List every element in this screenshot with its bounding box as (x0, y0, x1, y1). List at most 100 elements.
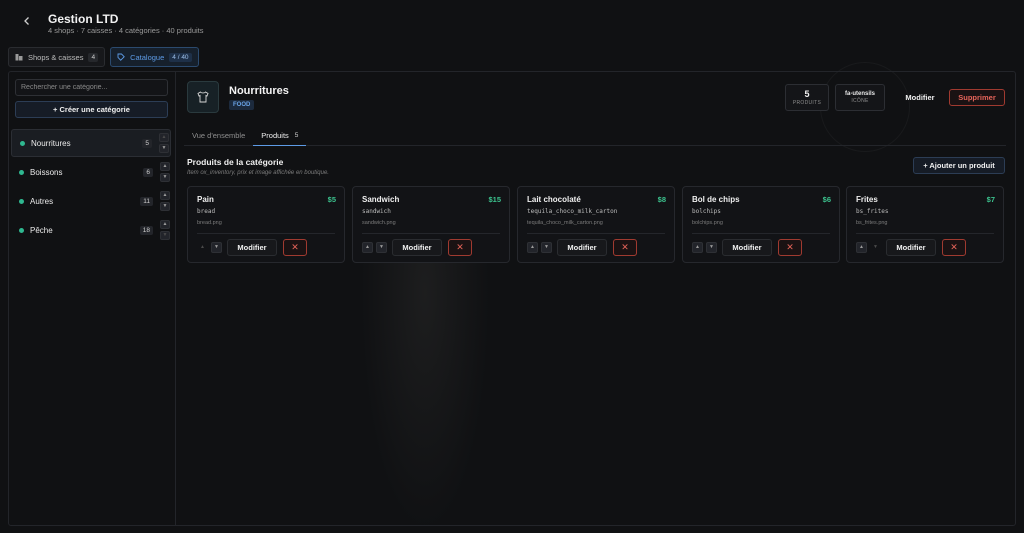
shirt-icon (187, 81, 219, 113)
arrow-down-icon[interactable]: ▼ (376, 242, 387, 253)
arrow-down-icon[interactable]: ▼ (159, 144, 169, 153)
status-dot (20, 140, 25, 146)
card-actions: ▲ ▼ Modifier ✕ (362, 239, 472, 256)
card-actions: ▲ ▼ Modifier ✕ (527, 239, 637, 256)
tab-catalogue[interactable]: Catalogue 4 / 40 (110, 47, 199, 67)
status-dot (19, 227, 24, 233)
products-stat: 5 PRODUITS (785, 84, 829, 111)
tab-label: Shops & caisses (28, 52, 84, 62)
category-search-input[interactable] (15, 79, 168, 96)
arrow-up-icon[interactable]: ▲ (197, 242, 208, 253)
product-price: $6 (822, 195, 831, 204)
sidebar-item-nourritures[interactable]: Nourritures 5 ▲ ▼ (11, 129, 171, 157)
sidebar: + Créer une catégorie Nourritures 5 ▲ ▼ … (8, 71, 176, 526)
reorder-arrows: ▲ ▼ (160, 191, 170, 211)
arrow-down-icon[interactable]: ▼ (706, 242, 717, 253)
close-icon[interactable]: ✕ (283, 239, 307, 256)
add-product-button[interactable]: + Ajouter un produit (913, 157, 1005, 174)
category-title: Nourritures (229, 85, 289, 97)
arrow-up-icon[interactable]: ▲ (362, 242, 373, 253)
product-image-file: bread.png (197, 220, 222, 226)
modify-product-button[interactable]: Modifier (557, 239, 607, 256)
sidebar-item-peche[interactable]: Pêche 18 ▲ ▼ (11, 216, 171, 244)
product-card: Pain $5 bread bread.png ▲ ▼ Modifier ✕ (187, 186, 345, 263)
tab-count: 5 (294, 131, 299, 139)
create-category-button[interactable]: + Créer une catégorie (15, 101, 168, 118)
section-title: Produits de la catégorie (187, 157, 284, 167)
products-stat-label: PRODUITS (792, 100, 822, 106)
arrow-down-icon[interactable]: ▼ (160, 173, 170, 182)
icon-stat: fa-utensils ICÔNE (835, 84, 885, 111)
tab-label: Produits (261, 130, 289, 140)
icon-stat-value: fa-utensils (844, 91, 875, 97)
arrow-down-icon[interactable]: ▼ (160, 231, 170, 240)
product-name: Bol de chips (692, 195, 740, 204)
category-count: 11 (140, 196, 153, 206)
product-name: Pain (197, 195, 214, 204)
product-item-id: bs_frites (856, 208, 889, 215)
product-card: Sandwich $15 sandwich sandwich.png ▲ ▼ M… (352, 186, 510, 263)
arrow-down-icon[interactable]: ▼ (211, 242, 222, 253)
category-count: 18 (139, 225, 153, 235)
product-price: $15 (488, 195, 501, 204)
product-card: Frites $7 bs_frites bs_frites.png ▲ ▼ Mo… (846, 186, 1004, 263)
arrow-down-icon[interactable]: ▼ (160, 202, 170, 211)
reorder-arrows: ▲ ▼ (160, 162, 170, 182)
sidebar-item-autres[interactable]: Autres 11 ▲ ▼ (11, 187, 171, 215)
arrow-up-icon[interactable]: ▲ (159, 133, 169, 142)
category-count: 6 (143, 167, 153, 177)
divider (362, 233, 500, 234)
status-dot (19, 198, 24, 204)
modify-product-button[interactable]: Modifier (886, 239, 936, 256)
sub-tabs: Vue d'ensemble Produits 5 (184, 125, 1006, 146)
modify-category-button[interactable]: Modifier (897, 89, 943, 106)
status-dot (19, 169, 24, 175)
product-name: Frites (856, 195, 878, 204)
section-subtitle: Item ox_inventory, prix et image affiché… (187, 170, 329, 176)
product-price: $8 (657, 195, 666, 204)
close-icon[interactable]: ✕ (613, 239, 637, 256)
tab-label: Vue d'ensemble (192, 131, 246, 140)
tab-count: 4 (88, 52, 99, 62)
modify-product-button[interactable]: Modifier (227, 239, 277, 256)
product-name: Lait chocolaté (527, 195, 581, 204)
top-tabs: Shops & caisses 4 Catalogue 4 / 40 (8, 47, 199, 67)
arrow-up-icon[interactable]: ▲ (692, 242, 703, 253)
category-label: Pêche (30, 225, 53, 235)
product-card: Bol de chips $6 bolchips bolchips.png ▲ … (682, 186, 840, 263)
reorder-arrows: ▲ ▼ (160, 220, 170, 240)
sidebar-item-boissons[interactable]: Boissons 6 ▲ ▼ (11, 158, 171, 186)
chevron-left-icon[interactable] (19, 14, 35, 30)
tab-products[interactable]: Produits 5 (253, 125, 307, 146)
page-subtitle: 4 shops · 7 caisses · 4 catégories · 40 … (48, 26, 204, 35)
tab-label: Catalogue (130, 52, 165, 62)
divider (856, 233, 994, 234)
tag-icon (117, 53, 125, 61)
product-image-file: bs_frites.png (856, 220, 888, 226)
product-item-id: bread (197, 208, 216, 215)
category-count: 5 (142, 138, 152, 148)
category-label: Nourritures (31, 138, 71, 148)
close-icon[interactable]: ✕ (778, 239, 802, 256)
close-icon[interactable]: ✕ (448, 239, 472, 256)
page-title: Gestion LTD (48, 12, 119, 26)
product-item-id: tequila_choco_milk_carton (527, 208, 618, 215)
product-price: $5 (327, 195, 336, 204)
divider (692, 233, 830, 234)
app-header: Gestion LTD 4 shops · 7 caisses · 4 caté… (0, 0, 1024, 46)
close-icon[interactable]: ✕ (942, 239, 966, 256)
arrow-up-icon[interactable]: ▲ (160, 220, 170, 229)
arrow-up-icon[interactable]: ▲ (527, 242, 538, 253)
tab-shops-caisses[interactable]: Shops & caisses 4 (8, 47, 106, 67)
modify-product-button[interactable]: Modifier (722, 239, 772, 256)
arrow-up-icon[interactable]: ▲ (160, 191, 170, 200)
arrow-up-icon[interactable]: ▲ (856, 242, 867, 253)
tab-overview[interactable]: Vue d'ensemble (184, 125, 253, 146)
modify-product-button[interactable]: Modifier (392, 239, 442, 256)
arrow-down-icon[interactable]: ▼ (541, 242, 552, 253)
delete-category-button[interactable]: Supprimer (949, 89, 1005, 106)
card-actions: ▲ ▼ Modifier ✕ (856, 239, 966, 256)
arrow-down-icon[interactable]: ▼ (870, 242, 881, 253)
product-card: Lait chocolaté $8 tequila_choco_milk_car… (517, 186, 675, 263)
arrow-up-icon[interactable]: ▲ (160, 162, 170, 171)
